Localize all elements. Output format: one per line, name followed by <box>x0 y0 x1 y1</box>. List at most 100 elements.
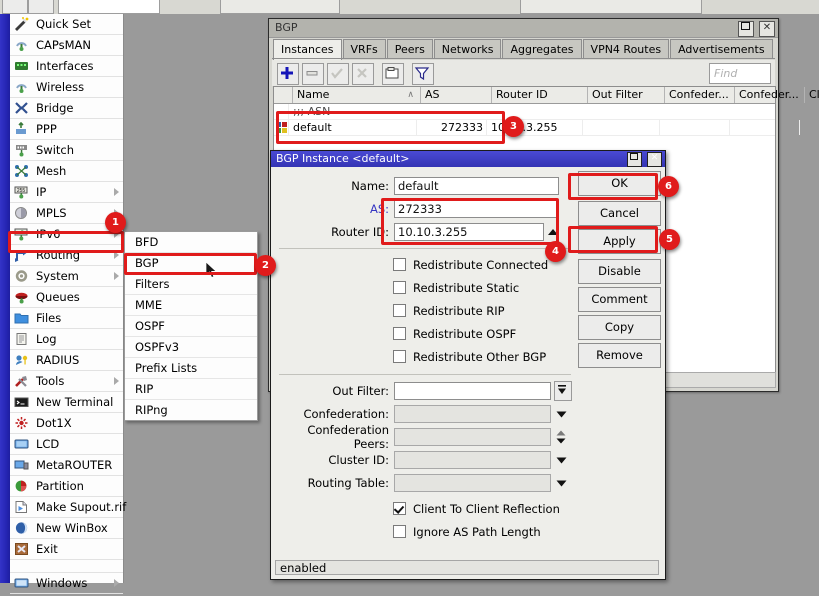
out-filter-dropdown-icon[interactable] <box>554 381 572 401</box>
select-input-routing-table[interactable] <box>394 474 551 492</box>
toolbar-button-2[interactable] <box>28 0 54 14</box>
column-header-2[interactable]: Router ID <box>492 87 588 103</box>
remove-button[interactable] <box>302 63 324 85</box>
redistribute-row[interactable]: Redistribute Connected <box>271 253 579 276</box>
maximize-icon[interactable] <box>738 21 754 37</box>
submenu-item-prefix-lists[interactable]: Prefix Lists <box>125 358 257 379</box>
toolbar-field-2[interactable] <box>220 0 340 14</box>
sidebar-item-new-terminal[interactable]: New Terminal <box>10 392 123 413</box>
select-row: Confederation Peers: <box>271 426 579 447</box>
sidebar-item-files[interactable]: Files <box>10 308 123 329</box>
copy-button[interactable]: Copy <box>578 315 661 340</box>
redistribute-row[interactable]: Redistribute Static <box>271 276 579 299</box>
sidebar-item-log[interactable]: Log <box>10 329 123 350</box>
submenu-item-rip[interactable]: RIP <box>125 379 257 400</box>
sidebar-item-exit[interactable]: Exit <box>10 539 123 560</box>
sidebar-item-partition[interactable]: Partition <box>10 476 123 497</box>
sidebar-item-capsman[interactable]: CAPsMAN <box>10 35 123 56</box>
dropdown-arrow-icon[interactable] <box>555 475 569 491</box>
sidebar-item-ppp[interactable]: PPP <box>10 119 123 140</box>
redistribute-row[interactable]: Redistribute RIP <box>271 299 579 322</box>
column-header-5[interactable]: Confeder... <box>735 87 805 103</box>
sidebar-item-radius[interactable]: RADIUS <box>10 350 123 371</box>
select-input-confederation-peers[interactable] <box>394 428 551 446</box>
tab-aggregates[interactable]: Aggregates <box>502 39 581 59</box>
select-input-confederation[interactable] <box>394 405 551 423</box>
sidebar-item-quick-set[interactable]: Quick Set <box>10 14 123 35</box>
add-button[interactable] <box>277 63 299 85</box>
find-input[interactable]: Find <box>709 63 771 84</box>
toolbar-button-1[interactable] <box>2 0 28 14</box>
tab-vrfs[interactable]: VRFs <box>343 39 386 59</box>
select-row: Cluster ID: <box>271 449 579 470</box>
redistribute-row[interactable]: Redistribute OSPF <box>271 322 579 345</box>
sidebar-item-bridge[interactable]: Bridge <box>10 98 123 119</box>
select-label: Confederation: <box>271 407 394 421</box>
tab-peers[interactable]: Peers <box>387 39 433 59</box>
filter-button[interactable] <box>412 63 434 85</box>
sidebar-item-dot1x[interactable]: Dot1X <box>10 413 123 434</box>
reflection-row[interactable]: Ignore AS Path Length <box>271 520 579 543</box>
sidebar-item-ip[interactable]: 255IP <box>10 182 123 203</box>
reflection-row[interactable]: Client To Client Reflection <box>271 497 579 520</box>
sidebar-item-make-supout-rif[interactable]: Make Supout.rif <box>10 497 123 518</box>
checkbox-redistribute-connected[interactable] <box>393 258 406 271</box>
column-header-0[interactable]: Name∧ <box>293 87 421 103</box>
sidebar-item-label: Partition <box>36 479 84 493</box>
checkbox-redistribute-ospf[interactable] <box>393 327 406 340</box>
sidebar-item-lcd[interactable]: LCD <box>10 434 123 455</box>
tab-networks[interactable]: Networks <box>434 39 502 59</box>
select-input-out-filter[interactable] <box>394 382 551 400</box>
submenu-item-bfd[interactable]: BFD <box>125 232 257 253</box>
checkbox-redistribute-rip[interactable] <box>393 304 406 317</box>
column-header-4[interactable]: Confeder... <box>665 87 735 103</box>
chevron-right-icon <box>114 377 119 385</box>
sidebar-item-wireless[interactable]: Wireless <box>10 77 123 98</box>
dialog-close-icon[interactable]: ✕ <box>647 152 662 167</box>
tab-advertisements[interactable]: Advertisements <box>670 39 772 59</box>
submenu-item-mme[interactable]: MME <box>125 295 257 316</box>
tab-instances[interactable]: Instances <box>273 39 342 60</box>
sidebar-item-tools[interactable]: Tools <box>10 371 123 392</box>
submenu-item-ospfv3[interactable]: OSPFv3 <box>125 337 257 358</box>
sidebar-item-switch[interactable]: Switch <box>10 140 123 161</box>
sidebar-item-interfaces[interactable]: Interfaces <box>10 56 123 77</box>
sidebar-item-queues[interactable]: Queues <box>10 287 123 308</box>
partition-icon <box>14 479 29 493</box>
redistribute-row[interactable]: Redistribute Other BGP <box>271 345 579 368</box>
comment-button[interactable]: Comment <box>578 287 661 312</box>
sidebar-item-new-winbox[interactable]: New WinBox <box>10 518 123 539</box>
checkbox-client-to-client-reflection[interactable] <box>393 502 406 515</box>
system-gear-icon <box>14 269 29 283</box>
checkbox-redistribute-other-bgp[interactable] <box>393 350 406 363</box>
sidebar-item-metarouter[interactable]: MetaROUTER <box>10 455 123 476</box>
cancel-button[interactable]: Cancel <box>578 201 661 226</box>
column-header-6[interactable]: Cluster ID <box>805 87 819 103</box>
sidebar-item-windows[interactable]: Windows <box>10 573 123 594</box>
toolbar-field-3[interactable] <box>520 0 702 14</box>
comment-button[interactable] <box>382 63 404 85</box>
field-label: Router ID: <box>271 225 394 239</box>
submenu-item-ospf[interactable]: OSPF <box>125 316 257 337</box>
sidebar-item-system[interactable]: System <box>10 266 123 287</box>
disable-button[interactable]: Disable <box>578 259 661 284</box>
select-input-cluster-id[interactable] <box>394 451 551 469</box>
close-icon[interactable]: ✕ <box>759 21 775 37</box>
submenu-item-ripng[interactable]: RIPng <box>125 400 257 420</box>
column-header-3[interactable]: Out Filter <box>588 87 665 103</box>
toolbar-field-1[interactable] <box>58 0 160 14</box>
submenu-item-filters[interactable]: Filters <box>125 274 257 295</box>
field-label: Name: <box>271 179 394 193</box>
dialog-maximize-icon[interactable] <box>627 152 642 167</box>
bgp-window-titlebar: BGP ✕ <box>269 19 778 38</box>
dropdown-arrow-icon[interactable] <box>555 406 569 422</box>
confederation-peers-stepper-icon[interactable] <box>555 429 569 445</box>
field-input-name[interactable]: default <box>394 177 559 195</box>
dropdown-arrow-icon[interactable] <box>555 452 569 468</box>
tab-vpn4-routes[interactable]: VPN4 Routes <box>583 39 670 59</box>
column-header-1[interactable]: AS <box>421 87 492 103</box>
checkbox-ignore-as-path-length[interactable] <box>393 525 406 538</box>
sidebar-item-mesh[interactable]: Mesh <box>10 161 123 182</box>
remove-button[interactable]: Remove <box>578 343 661 368</box>
checkbox-redistribute-static[interactable] <box>393 281 406 294</box>
